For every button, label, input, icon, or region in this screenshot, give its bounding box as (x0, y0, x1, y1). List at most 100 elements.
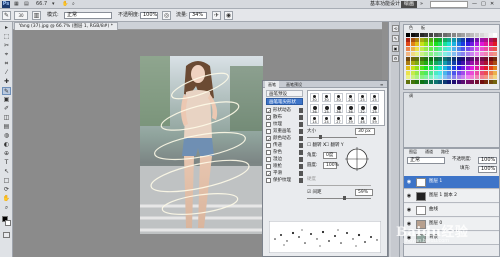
workspace-design[interactable]: 设计 (390, 1, 400, 8)
brush-tip-shape-button[interactable]: 画笔笔尖形状 (266, 98, 303, 105)
color-swatch[interactable] (465, 37, 470, 42)
lock-icon[interactable] (299, 143, 303, 148)
color-swatch[interactable] (493, 42, 498, 47)
photoshop-app-icon[interactable]: Ps (2, 1, 10, 8)
preset-tile[interactable]: 32 (358, 104, 367, 114)
color-swatch[interactable] (429, 56, 433, 61)
color-swatch[interactable] (419, 56, 424, 61)
color-swatch[interactable] (488, 51, 493, 56)
color-swatch[interactable] (406, 47, 410, 52)
color-swatch[interactable] (488, 65, 493, 70)
workspace-search-input[interactable] (430, 1, 468, 8)
color-swatch[interactable] (447, 42, 452, 47)
minimize-icon[interactable]: — (472, 1, 477, 8)
color-swatch[interactable] (410, 70, 415, 75)
color-swatch[interactable] (470, 61, 475, 66)
preset-tile[interactable]: 25 (358, 93, 367, 102)
color-swatch[interactable] (484, 33, 489, 37)
color-swatch[interactable] (429, 47, 433, 52)
flip-y-checkbox[interactable]: ☐ 翻转 Y (325, 143, 344, 149)
color-swatch[interactable] (429, 65, 433, 70)
preset-tile[interactable]: 59 (370, 115, 379, 124)
color-swatch[interactable] (465, 65, 470, 70)
color-swatch[interactable] (479, 51, 484, 56)
color-swatch[interactable] (419, 47, 424, 52)
color-swatch[interactable] (424, 42, 429, 47)
color-swatch[interactable] (438, 56, 443, 61)
color-swatch[interactable] (406, 75, 410, 80)
color-swatch[interactable] (406, 37, 410, 42)
preset-tile[interactable]: 27 (334, 115, 343, 124)
angle-roundness-widget[interactable] (343, 145, 371, 173)
lock-icon[interactable] (299, 115, 303, 120)
layer-row[interactable]: ◉ 图层 1 (404, 176, 499, 189)
color-swatch[interactable] (465, 51, 470, 56)
color-swatch[interactable] (419, 33, 424, 37)
color-swatch[interactable] (442, 33, 447, 37)
color-swatch[interactable] (475, 51, 479, 56)
eyedropper-tool-icon[interactable]: ⁄ (2, 69, 11, 77)
color-swatch[interactable] (488, 56, 493, 61)
color-swatch[interactable] (447, 47, 452, 52)
brush-tool-icon[interactable]: ✎ (2, 11, 11, 20)
visibility-eye-icon[interactable]: ◉ (406, 207, 412, 213)
color-swatch[interactable] (493, 61, 498, 66)
color-swatch[interactable] (456, 61, 461, 66)
view-extras-icon[interactable]: ▾ (52, 1, 55, 8)
color-swatch[interactable] (479, 47, 484, 52)
visibility-eye-icon[interactable]: ◉ (406, 179, 412, 185)
color-swatch[interactable] (424, 75, 429, 80)
lock-icon[interactable] (299, 122, 303, 127)
color-swatch[interactable] (433, 47, 438, 52)
airbrush-icon[interactable]: ✈ (212, 11, 221, 20)
color-swatch[interactable] (447, 70, 452, 75)
preset-tile[interactable]: 36 (310, 104, 319, 114)
color-swatch[interactable] (452, 75, 456, 80)
preset-tile[interactable]: 30 (334, 93, 343, 102)
color-swatch[interactable] (419, 65, 424, 70)
color-swatch[interactable] (461, 42, 466, 47)
color-swatch[interactable] (493, 33, 498, 37)
color-swatch[interactable] (410, 42, 415, 47)
checkbox[interactable]: ✓ (266, 108, 271, 115)
eraser-tool-icon[interactable]: ◫ (2, 114, 11, 122)
color-swatch[interactable] (406, 33, 410, 37)
checkbox[interactable]: ✓ (266, 171, 271, 178)
color-swatch[interactable] (465, 47, 470, 52)
clone-source-icon[interactable]: ▣ (392, 45, 399, 52)
option-shape-dynamics[interactable]: ✓ 形状动态 (266, 107, 303, 115)
tab-brush-presets[interactable]: 画笔预设 (283, 81, 305, 88)
color-swatch[interactable] (470, 42, 475, 47)
option-noise[interactable]: 杂色 (266, 149, 303, 156)
preset-tile[interactable]: 46 (358, 115, 367, 124)
healing-tool-icon[interactable]: ✚ (2, 78, 11, 86)
color-swatch[interactable] (447, 56, 452, 61)
color-swatch[interactable] (438, 51, 443, 56)
color-swatch[interactable] (456, 33, 461, 37)
color-swatch[interactable] (424, 51, 429, 56)
checkbox[interactable] (266, 150, 271, 155)
color-swatch[interactable] (475, 70, 479, 75)
color-swatch[interactable] (479, 61, 484, 66)
color-swatch[interactable] (415, 47, 420, 52)
color-swatch[interactable] (447, 80, 452, 84)
color-swatch[interactable] (475, 80, 479, 84)
color-swatch[interactable] (484, 80, 489, 84)
color-swatch[interactable] (438, 75, 443, 80)
color-swatch[interactable] (442, 51, 447, 56)
color-swatch[interactable] (442, 70, 447, 75)
workspace-painting[interactable]: 绘画 (401, 1, 418, 8)
color-swatch[interactable] (433, 80, 438, 84)
opacity-field[interactable]: 100% (140, 12, 158, 19)
preset-tile[interactable]: 36 (334, 104, 343, 114)
color-swatch[interactable] (419, 51, 424, 56)
quick-mask-icon[interactable] (3, 232, 10, 238)
color-swatch[interactable] (456, 80, 461, 84)
color-swatch[interactable] (484, 42, 489, 47)
lock-icon[interactable] (299, 108, 303, 113)
color-swatch[interactable] (470, 51, 475, 56)
color-swatch[interactable] (479, 33, 484, 37)
color-swatch[interactable] (429, 33, 433, 37)
color-swatch[interactable] (424, 47, 429, 52)
color-swatch[interactable] (461, 75, 466, 80)
